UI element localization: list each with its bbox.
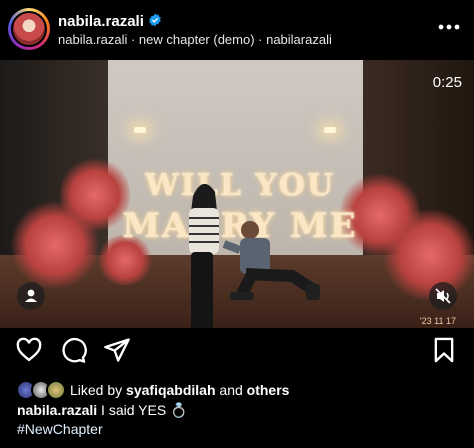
post-header: nabila.razali nabila.razali · new chapte…	[0, 0, 474, 60]
man-kneeling-figure	[222, 221, 320, 300]
photo-timestamp: '23 11 17	[419, 316, 456, 326]
post-media[interactable]: WILL YOU MARRY ME 0:25 '23 11 17	[0, 60, 474, 328]
user-tag-icon	[25, 289, 37, 302]
hashtag-link[interactable]: #NewChapter	[17, 421, 103, 437]
more-icon[interactable]	[438, 24, 460, 30]
wall-light	[134, 127, 146, 133]
liked-by-others[interactable]: others	[247, 382, 290, 398]
wall-light	[324, 127, 336, 133]
liked-by-and: and	[219, 382, 243, 398]
action-bar	[0, 336, 474, 370]
user-tag-button[interactable]	[17, 282, 45, 310]
caption-username[interactable]: nabila.razali	[17, 402, 97, 418]
caption: nabila.razali I said YES 💍	[17, 402, 187, 419]
sign-line-1: WILL YOU	[144, 168, 336, 203]
verified-icon	[149, 13, 161, 27]
username-row[interactable]: nabila.razali	[58, 13, 162, 30]
liked-by-text: Liked by syafiqabdilah and others	[70, 382, 289, 398]
caption-text: I said YES 💍	[101, 402, 188, 418]
bookmark-icon[interactable]	[430, 336, 458, 364]
liker-avatar	[46, 380, 66, 400]
video-timer: 0:25	[432, 74, 462, 91]
flower-arrangement	[10, 200, 100, 290]
mute-button[interactable]	[429, 282, 457, 310]
heart-icon[interactable]	[15, 336, 43, 364]
comment-icon[interactable]	[59, 336, 87, 364]
liked-by-user[interactable]: syafiqabdilah	[126, 382, 215, 398]
username[interactable]: nabila.razali	[58, 13, 144, 30]
liked-by-prefix: Liked by	[70, 382, 123, 398]
share-icon[interactable]	[103, 336, 131, 364]
likes-row[interactable]: Liked by syafiqabdilah and others	[16, 380, 466, 402]
avatar-image	[11, 11, 47, 47]
flower-arrangement	[380, 210, 474, 300]
mute-icon	[435, 288, 451, 304]
avatar[interactable]	[8, 8, 50, 50]
woman-figure	[189, 183, 219, 328]
post-subtitle[interactable]: nabila.razali · new chapter (demo) · nab…	[58, 32, 332, 47]
